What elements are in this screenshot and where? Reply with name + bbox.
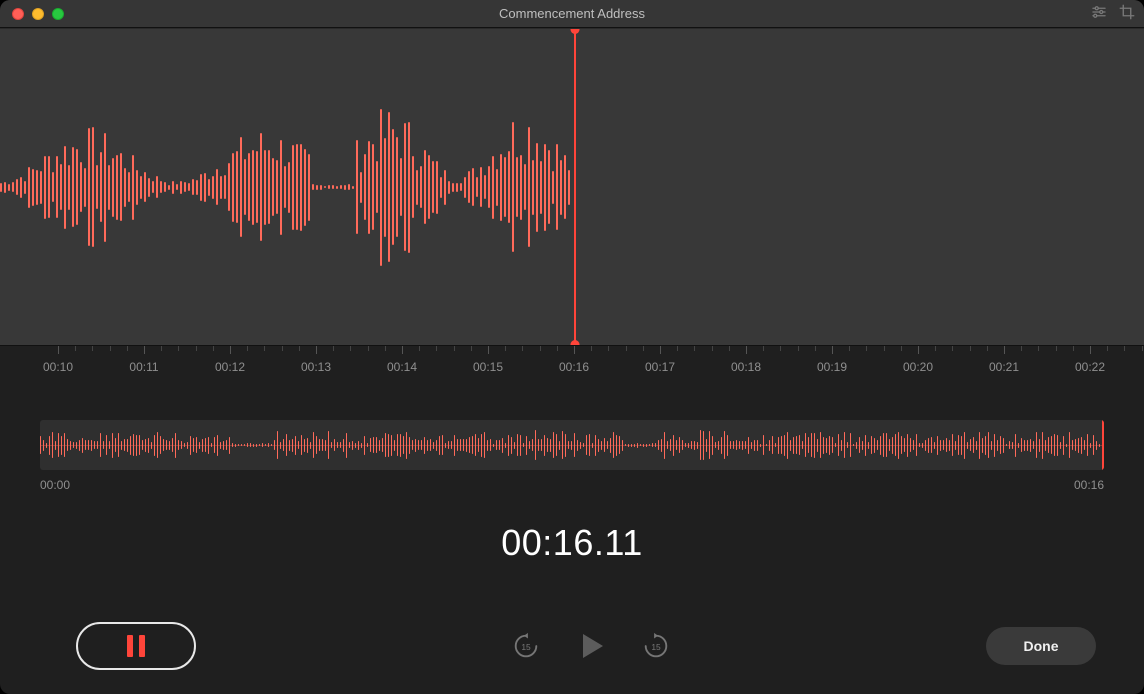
skip-forward-15-button[interactable]: 15: [641, 631, 671, 661]
done-button-label: Done: [1024, 638, 1059, 654]
skip-back-15-button[interactable]: 15: [511, 631, 541, 661]
ruler-label: 00:21: [989, 360, 1019, 374]
trim-crop-icon[interactable]: [1118, 3, 1136, 26]
ruler-label: 00:13: [301, 360, 331, 374]
playhead[interactable]: [574, 29, 576, 345]
titlebar: Commencement Address: [0, 0, 1144, 28]
skip-back-amount: 15: [521, 642, 531, 652]
overview-midline: [40, 445, 1104, 446]
ruler-label: 00:10: [43, 360, 73, 374]
minimize-window-button[interactable]: [32, 8, 44, 20]
traffic-lights: [0, 8, 64, 20]
ruler-label: 00:19: [817, 360, 847, 374]
time-ruler[interactable]: 00:10 00:11 00:12 00:13 00:14 00:15 00:16 00:17…: [0, 346, 1144, 390]
ruler-label: 00:17: [645, 360, 675, 374]
main-waveform-region[interactable]: [0, 28, 1144, 346]
overview-waveform[interactable]: [40, 420, 1104, 470]
done-button[interactable]: Done: [986, 627, 1096, 665]
overview-end-marker[interactable]: [1102, 420, 1104, 470]
pause-record-button[interactable]: [76, 622, 196, 670]
controls-row: 15 15 Done: [0, 622, 1144, 670]
pause-icon: [127, 635, 145, 657]
ruler-label: 00:18: [731, 360, 761, 374]
ruler-label: 00:22: [1075, 360, 1105, 374]
zoom-window-button[interactable]: [52, 8, 64, 20]
skip-forward-amount: 15: [651, 642, 661, 652]
overview-labels: 00:00 00:16: [40, 478, 1104, 492]
playback-controls: 15 15: [511, 630, 671, 662]
elapsed-time-display: 00:16.11: [0, 522, 1144, 564]
close-window-button[interactable]: [12, 8, 24, 20]
overview-end-label: 00:16: [1074, 478, 1104, 492]
ruler-label: 00:15: [473, 360, 503, 374]
overview-start-label: 00:00: [40, 478, 70, 492]
ruler-label: 00:14: [387, 360, 417, 374]
overview-region: 00:00 00:16: [40, 420, 1104, 492]
ruler-label: 00:12: [215, 360, 245, 374]
ruler-label: 00:11: [129, 360, 158, 374]
voice-memos-window: Commencement Address 00:1000:1100:1200:1…: [0, 0, 1144, 694]
settings-sliders-icon[interactable]: [1090, 3, 1108, 26]
ruler-label: 00:16: [559, 360, 589, 374]
play-button[interactable]: [575, 630, 607, 662]
window-title: Commencement Address: [0, 6, 1144, 21]
ruler-label: 00:20: [903, 360, 933, 374]
main-waveform: [0, 29, 572, 345]
titlebar-tools: [1090, 0, 1136, 28]
